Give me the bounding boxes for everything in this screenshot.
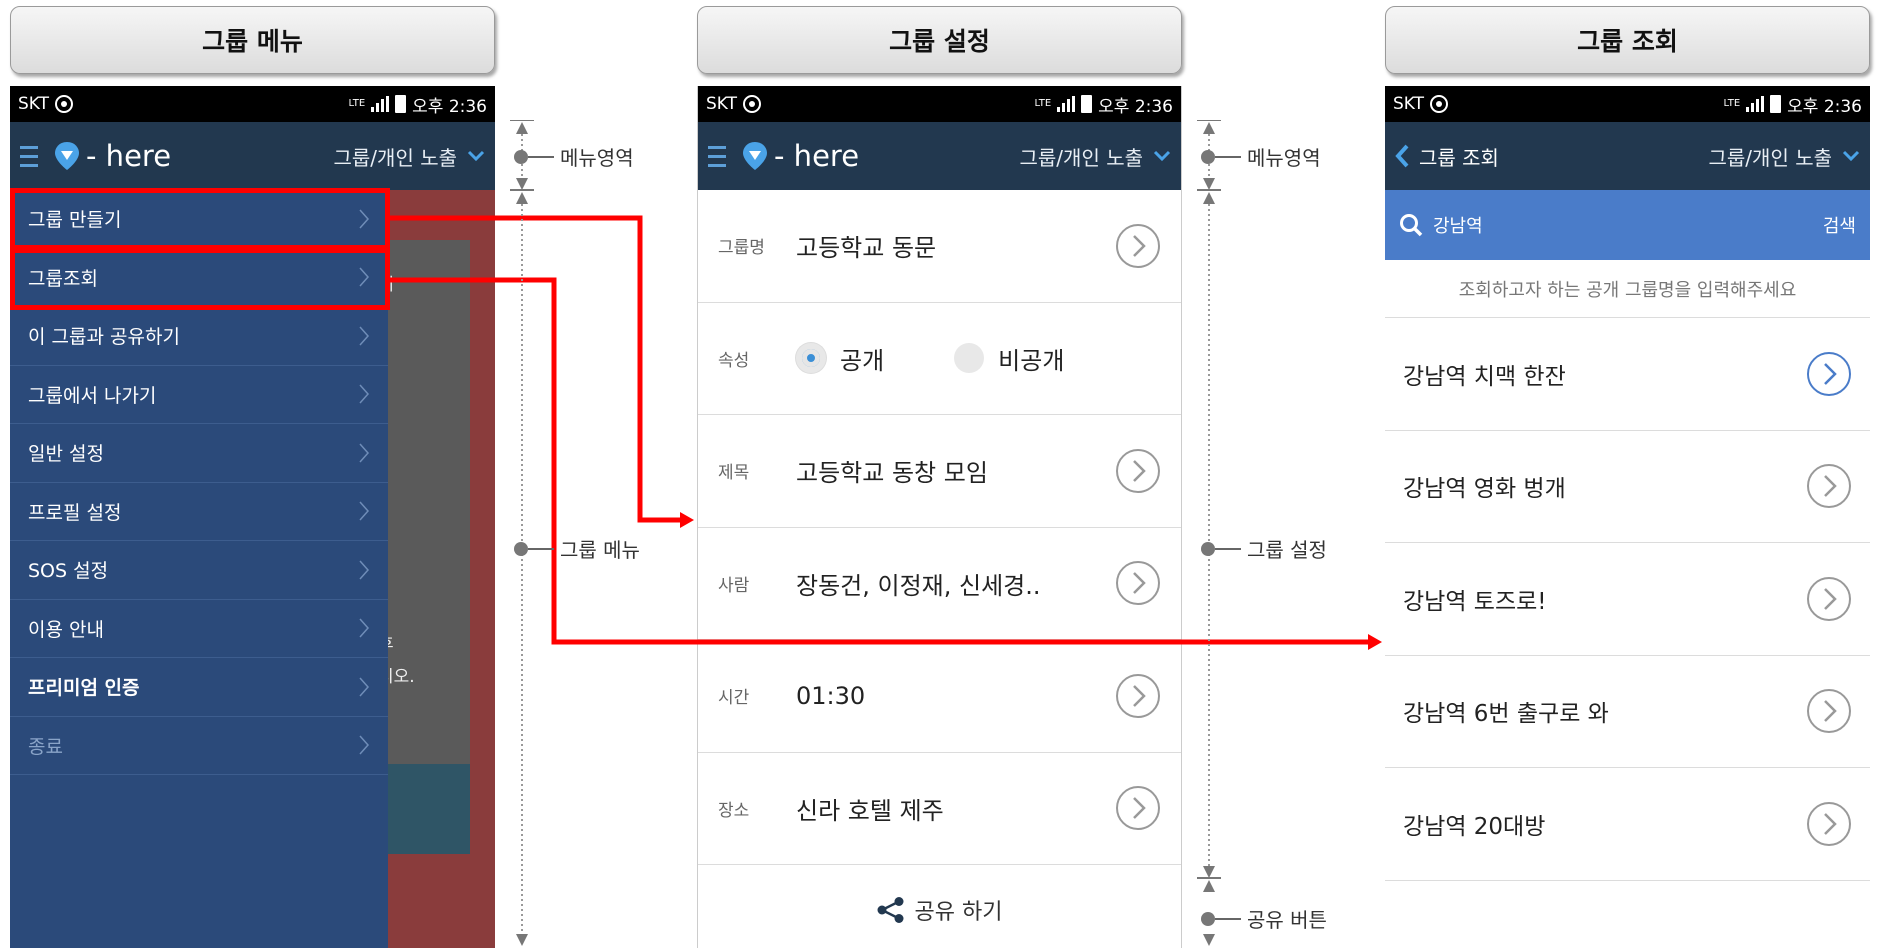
annotation-group-settings: 그룹 설정 — [1201, 534, 1327, 563]
annotation-label: 그룹 설정 — [1247, 538, 1327, 562]
arrow-create-to-settings — [390, 215, 686, 523]
annotation-menu-area: 메뉴영역 — [1201, 142, 1321, 171]
arrow-search-to-search — [390, 277, 1372, 645]
arrowhead-search — [1368, 634, 1382, 650]
arrowhead-settings — [680, 512, 694, 528]
annotation-share-button: 공유 버튼 — [1201, 904, 1327, 933]
annotation-label: 그룹 메뉴 — [560, 538, 640, 562]
annotation-menu-area: 메뉴영역 — [514, 142, 634, 171]
annotation-label: 메뉴영역 — [1247, 146, 1321, 170]
annotation-group-menu: 그룹 메뉴 — [514, 534, 640, 563]
annotation-label: 메뉴영역 — [560, 146, 634, 170]
annotation-label: 공유 버튼 — [1247, 908, 1327, 932]
connector-arrows — [390, 215, 1382, 650]
